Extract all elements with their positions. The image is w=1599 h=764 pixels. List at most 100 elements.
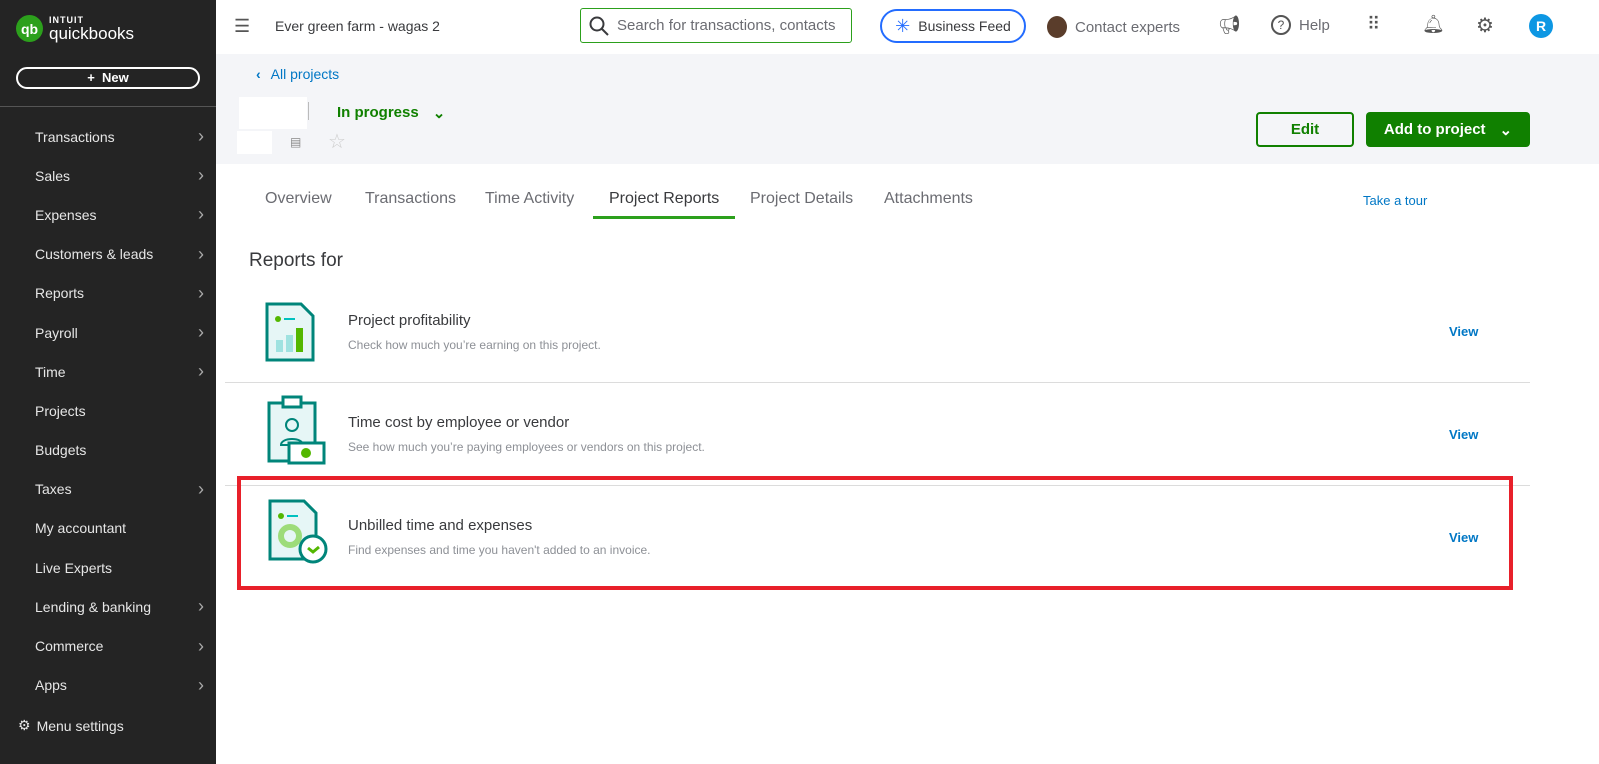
sidebar-item-reports[interactable]: Reports › (0, 274, 216, 313)
customer-name-redacted (237, 131, 272, 154)
sidebar-item-label: Time (35, 363, 66, 380)
sidebar-item-taxes[interactable]: Taxes › (0, 470, 216, 509)
new-label: New (102, 70, 129, 85)
tab-project-details[interactable]: Project Details (750, 190, 853, 218)
tab-time-activity[interactable]: Time Activity (485, 190, 574, 218)
search-input[interactable]: Search for transactions, contacts (580, 8, 852, 43)
take-a-tour-link[interactable]: Take a tour (1363, 193, 1427, 208)
tab-project-reports[interactable]: Project Reports (593, 190, 736, 219)
sidebar-item-label: Payroll (35, 324, 78, 341)
sidebar: qb INTUIT quickbooks + New Transactions › S… (0, 0, 216, 764)
report-title[interactable]: Project profitability (348, 312, 471, 329)
sidebar-item-expenses[interactable]: Expenses › (0, 195, 216, 234)
report-row: Project profitability Check how much you… (225, 300, 1530, 383)
status-label: In progress (337, 104, 419, 121)
sidebar-item-customers-leads[interactable]: Customers & leads › (0, 235, 216, 274)
collapse-menu-icon[interactable]: ☰ (234, 16, 250, 37)
sidebar-item-budgets[interactable]: Budgets (0, 431, 216, 470)
expert-avatar-icon (1047, 16, 1067, 38)
chevron-right-icon: › (198, 361, 204, 382)
sidebar-item-live-experts[interactable]: Live Experts (0, 548, 216, 587)
reports-heading: Reports for (249, 250, 343, 271)
status-dropdown[interactable]: In progress ⌄ (337, 104, 445, 122)
quickbooks-logo[interactable]: qb INTUIT quickbooks (16, 15, 134, 42)
sidebar-item-label: Transactions (35, 128, 115, 145)
tab-transactions[interactable]: Transactions (365, 190, 456, 218)
sidebar-item-label: Apps (35, 677, 67, 694)
sidebar-item-label: Budgets (35, 442, 87, 459)
star-icon[interactable]: ☆ (328, 129, 346, 154)
contact-experts-button[interactable]: Contact experts (1047, 16, 1180, 38)
chevron-down-icon: ⌄ (432, 105, 446, 122)
chevron-right-icon: › (198, 322, 204, 343)
report-description: Check how much you’re earning on this pr… (348, 338, 601, 352)
sidebar-item-label: Expenses (35, 206, 97, 223)
new-button[interactable]: + New (16, 67, 200, 89)
menu-settings-label: Menu settings (36, 717, 124, 734)
project-header: ‹ All projects In progress ⌄ ▤ ☆ Edit Add … (216, 54, 1599, 164)
sidebar-item-transactions[interactable]: Transactions › (0, 117, 216, 156)
sidebar-item-label: Sales (35, 167, 71, 184)
chevron-right-icon: › (198, 282, 204, 303)
chevron-right-icon: › (198, 674, 204, 695)
business-feed-button[interactable]: ✳ Business Feed (880, 9, 1026, 43)
megaphone-icon[interactable]: 📢︎ (1218, 15, 1241, 36)
sidebar-item-projects[interactable]: Projects (0, 391, 216, 430)
apps-grid-icon[interactable]: ⠿ (1367, 14, 1380, 35)
gear-icon[interactable]: ⚙ (1476, 13, 1494, 38)
notes-icon[interactable]: ▤ (290, 135, 301, 149)
chevron-right-icon: › (198, 204, 204, 225)
search-placeholder: Search for transactions, contacts (617, 17, 836, 34)
report-row: Time cost by employee or vendor See how … (225, 383, 1530, 486)
highlight-box (237, 476, 1513, 590)
all-projects-label: All projects (270, 66, 340, 82)
sidebar-item-my-accountant[interactable]: My accountant (0, 509, 216, 548)
chevron-right-icon: › (198, 478, 204, 499)
chevron-right-icon: › (198, 243, 204, 264)
report-description: See how much you’re paying employees or … (348, 440, 705, 454)
sidebar-item-label: Projects (35, 402, 86, 419)
contact-experts-label: Contact experts (1075, 18, 1181, 36)
sidebar-item-payroll[interactable]: Payroll › (0, 313, 216, 352)
help-button[interactable]: ? Help (1271, 15, 1330, 35)
project-name-redacted (239, 97, 307, 129)
view-link[interactable]: View (1449, 427, 1478, 442)
plus-icon: + (87, 70, 103, 85)
chevron-right-icon: › (198, 165, 204, 186)
sidebar-item-time[interactable]: Time › (0, 352, 216, 391)
chevron-right-icon: › (198, 126, 204, 147)
logo-quickbooks: quickbooks (49, 23, 135, 43)
all-projects-link[interactable]: ‹ All projects (256, 66, 339, 82)
sidebar-item-label: Reports (35, 285, 85, 302)
tab-overview[interactable]: Overview (265, 190, 332, 218)
tab-attachments[interactable]: Attachments (884, 190, 973, 218)
sidebar-item-label: Lending & banking (35, 598, 151, 615)
sidebar-item-lending-banking[interactable]: Lending & banking › (0, 587, 216, 626)
report-icon (267, 395, 327, 472)
sidebar-item-label: Live Experts (35, 559, 113, 576)
report-icon (265, 302, 315, 367)
divider (0, 106, 216, 107)
bell-icon[interactable]: 🔔︎ (1422, 14, 1445, 35)
sidebar-item-label: Taxes (35, 481, 72, 498)
view-link[interactable]: View (1449, 324, 1478, 339)
report-title[interactable]: Time cost by employee or vendor (348, 414, 569, 431)
sidebar-item-label: Commerce (35, 638, 104, 655)
company-name: Ever green farm - wagas 2 (275, 18, 440, 34)
add-to-project-button[interactable]: Add to project ⌄ (1366, 112, 1530, 147)
qb-logo-icon: qb (16, 15, 43, 42)
divider (308, 102, 309, 120)
menu-settings-button[interactable]: ⚙ Menu settings (18, 717, 124, 734)
search-icon (589, 16, 609, 36)
sidebar-item-commerce[interactable]: Commerce › (0, 626, 216, 665)
sidebar-item-apps[interactable]: Apps › (0, 666, 216, 705)
user-avatar[interactable]: R (1529, 14, 1553, 38)
chevron-left-icon: ‹ (256, 66, 261, 82)
add-to-project-label: Add to project (1383, 121, 1486, 138)
business-feed-label: Business Feed (918, 18, 1011, 34)
top-bar: ☰ Ever green farm - wagas 2 Search for t… (216, 0, 1599, 54)
sidebar-item-sales[interactable]: Sales › (0, 156, 216, 195)
edit-button[interactable]: Edit (1256, 112, 1354, 147)
sidebar-nav: Transactions › Sales › Expenses › Customers & … (0, 117, 216, 705)
help-icon: ? (1271, 15, 1291, 35)
